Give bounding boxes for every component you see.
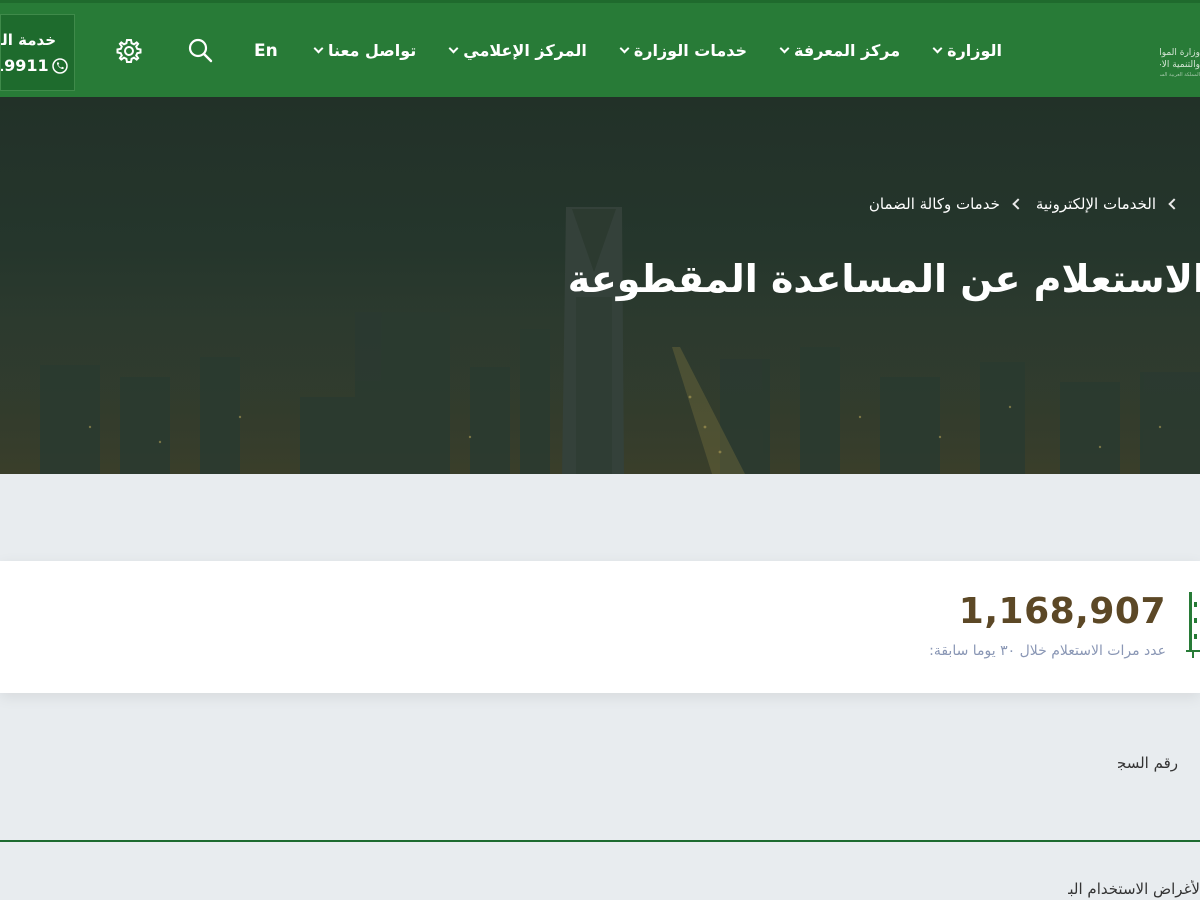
inquiry-count: 1,168,907 <box>958 591 1166 632</box>
breadcrumb: الخدمات الإلكترونية خدمات وكالة الضمان <box>869 195 1200 213</box>
national-id-label: رقم السجل المدني * <box>1118 754 1178 772</box>
nav-item-ministry[interactable]: الوزارة <box>932 41 1002 60</box>
form-note-text: لأغراض الاستخدام البشري، <box>1068 880 1200 898</box>
chevron-down-icon <box>779 43 790 54</box>
chevron-down-icon <box>619 43 630 54</box>
hotline-title: خدمة العملاء <box>1 31 56 49</box>
nav-item-label: تواصل معنا <box>327 41 417 60</box>
nav-item-label: خدمات الوزارة <box>633 41 748 60</box>
inquiry-count-caption: عدد مرات الاستعلام خلال ٣٠ يوما سابقة: <box>929 643 1166 659</box>
hotline-number: 19911 <box>1 56 49 75</box>
search-icon <box>188 38 213 63</box>
customer-service-hotline[interactable]: خدمة العملاء 19911 <box>0 14 75 91</box>
inquiry-stats-card: 1,168,907 عدد مرات الاستعلام خلال ٣٠ يوم… <box>0 561 1200 693</box>
nav-item-ministry-services[interactable]: خدمات الوزارة <box>619 41 748 60</box>
main-nav: الوزارة مركز المعرفة خدمات الوزارة المرك… <box>281 41 1002 60</box>
site-header: وزارة الموارد البشرية والتنمية الاجتماعي… <box>0 0 1200 97</box>
logo-subline: المملكة العربية السعودية <box>1160 72 1200 78</box>
logo-line-2: والتنمية الاجتماعية <box>1160 60 1200 70</box>
nav-item-label: مركز المعرفة <box>794 41 901 60</box>
chevron-down-icon <box>932 43 943 54</box>
language-toggle-button[interactable]: En <box>254 41 278 61</box>
chevron-down-icon <box>313 43 324 54</box>
nav-item-label: الوزارة <box>947 41 1002 60</box>
nav-item-knowledge-center[interactable]: مركز المعرفة <box>779 41 901 60</box>
gear-icon <box>116 39 142 63</box>
national-id-input[interactable] <box>0 790 1200 842</box>
nav-item-media-center[interactable]: المركز الإعلامي <box>448 41 587 60</box>
page-title: الاستعلام عن المساعدة المقطوعة <box>567 257 1200 301</box>
ministry-logo[interactable]: وزارة الموارد البشرية والتنمية الاجتماعي… <box>1160 47 1200 79</box>
search-button[interactable] <box>186 36 214 64</box>
breadcrumb-chevron-icon <box>1168 198 1180 210</box>
logo-line-1: وزارة الموارد البشرية <box>1160 48 1200 58</box>
hero-banner: الخدمات الإلكترونية خدمات وكالة الضمان ا… <box>0 97 1200 474</box>
breadcrumb-item-e-services[interactable]: الخدمات الإلكترونية <box>1036 195 1156 213</box>
nav-item-label: المركز الإعلامي <box>463 41 587 60</box>
breadcrumb-item-guarantee-services[interactable]: خدمات وكالة الضمان <box>869 195 1000 213</box>
chevron-down-icon <box>448 43 459 54</box>
nav-item-contact-us[interactable]: تواصل معنا <box>313 41 417 60</box>
hotline-number-row: 19911 <box>1 56 68 75</box>
breadcrumb-chevron-icon <box>1012 198 1024 210</box>
phone-icon <box>51 57 68 74</box>
stats-chart-icon <box>1186 592 1200 658</box>
accessibility-settings-button[interactable] <box>114 36 144 66</box>
